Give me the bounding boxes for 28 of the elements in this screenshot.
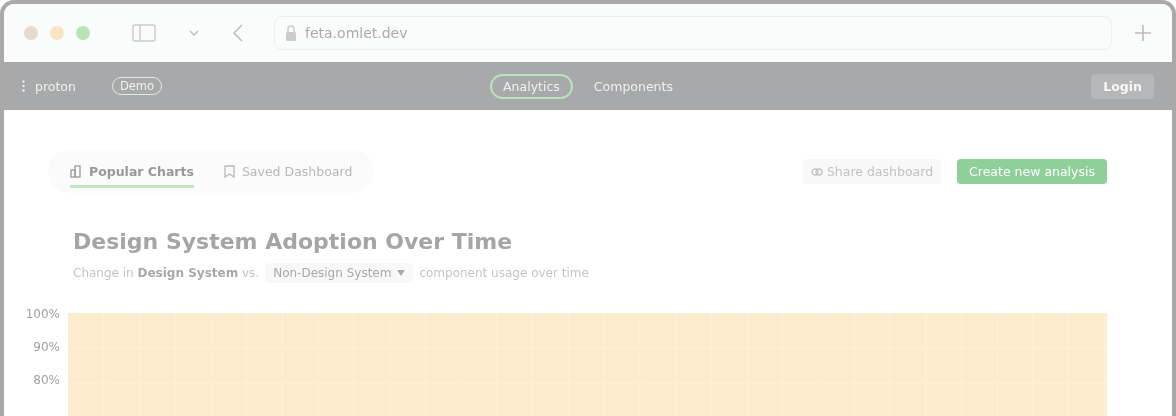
link-icon [810,167,823,176]
axis-tick-label: 80% [32,373,60,387]
close-window-icon[interactable] [24,26,38,40]
axis-tick-label: 90% [32,340,60,354]
plus-icon[interactable] [1134,24,1152,42]
address-field[interactable]: feta.omlet.dev [274,16,1112,50]
subtitle-text: component usage over time [419,266,589,280]
page-title: Design System Adoption Over Time [73,229,514,254]
nav-link[interactable]: Components [580,73,686,99]
brand-name: proton [35,78,76,94]
back-icon[interactable] [232,23,244,43]
chart-icon [70,165,82,178]
tab[interactable]: Popular Charts [70,164,194,188]
more-icon[interactable] [22,80,25,92]
create-analysis-button[interactable]: Create new analysis [957,159,1107,184]
nav-link[interactable]: Analytics [490,73,573,99]
bookmark-icon [223,165,235,178]
minimize-window-icon[interactable] [50,26,64,40]
lock-icon [285,25,297,41]
axis-tick-label: 100% [24,307,60,321]
login-button[interactable]: Login [1091,73,1154,99]
maximize-window-icon[interactable] [76,26,90,40]
series-dropdown[interactable]: Non-Design System [265,263,414,283]
tab[interactable]: Saved Dashboard [223,164,353,188]
sidebar-icon[interactable] [132,24,156,42]
chevron-down-icon[interactable] [188,29,200,37]
caret-icon [397,270,406,276]
subtitle-text: Change in Design System vs. [73,266,260,280]
